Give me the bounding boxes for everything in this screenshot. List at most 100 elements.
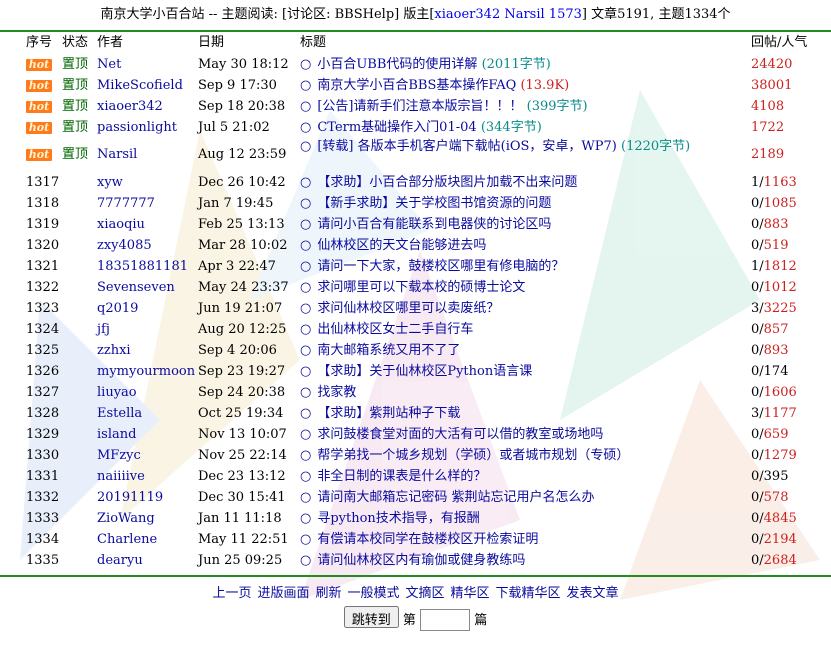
refresh-link[interactable]: 刷新 <box>315 586 341 601</box>
post-date: Sep 9 17:30 <box>198 78 277 93</box>
reply-views: 1/1163 <box>751 172 829 193</box>
author-link[interactable]: xiaoer342 <box>97 96 197 117</box>
post-date: Nov 25 22:14 <box>198 448 287 463</box>
prev-page-link[interactable]: 上一页 <box>212 586 251 601</box>
author-link[interactable]: naiiiive <box>97 466 197 487</box>
author-link[interactable]: zxy4085 <box>97 235 197 256</box>
post-date: Mar 28 10:02 <box>198 238 288 253</box>
topic-title-cell: ○ 南京大学小百合BBS基本操作FAQ (13.9K) <box>300 75 750 96</box>
topic-title-link[interactable]: 请问南大邮箱忘记密码 紫荆站忘记用户名怎么办 <box>317 490 594 505</box>
digest-link[interactable]: 文摘区 <box>406 586 445 601</box>
author-link[interactable]: MikeScofield <box>97 75 197 96</box>
author-link[interactable]: q2019 <box>97 298 197 319</box>
topic-title-cell: ○ 求问哪里可以下载本校的硕博士论文 <box>300 277 750 298</box>
circle-icon: ○ <box>300 532 312 547</box>
author-link[interactable]: 18351881181 <box>97 256 197 277</box>
author-link[interactable]: jfj <box>97 319 197 340</box>
topic-title-link[interactable]: CTerm基础操作入门01-04 <box>317 120 476 135</box>
author-link[interactable]: Net <box>97 54 197 75</box>
views-count: 2194 <box>763 532 797 547</box>
table-row: 1317 xyw Dec 26 10:42 ○ 【求助】小百合部分版块图片加载不出来问题… <box>0 172 831 193</box>
author-link[interactable]: Sevenseven <box>97 277 197 298</box>
topic-title-link[interactable]: 请问仙林校区内有瑜伽或健身教练吗 <box>317 553 525 568</box>
topic-title-link[interactable]: 请问小百合有能联系到电器侠的讨论区吗 <box>317 217 551 232</box>
author-link[interactable]: liuyao <box>97 382 197 403</box>
reply-count: 1/ <box>751 175 764 190</box>
table-row: 1319 xiaoqiu Feb 25 13:13 ○ 请问小百合有能联系到电器侠的讨论… <box>0 214 831 235</box>
post-date: Jan 11 11:18 <box>198 511 282 526</box>
download-essence-link[interactable]: 下载精华区 <box>496 586 561 601</box>
post-article-link[interactable]: 发表文章 <box>567 586 619 601</box>
author-link[interactable]: dearyu <box>97 550 197 571</box>
topic-title-link[interactable]: 小百合UBB代码的使用详解 <box>317 57 477 72</box>
row-number: 1322 <box>26 280 60 295</box>
topic-title-link[interactable]: 帮学弟找一个城乡规划（学硕）或者城市规划（专硕） <box>317 448 629 463</box>
essence-link[interactable]: 精华区 <box>451 586 490 601</box>
topic-title-link[interactable]: 找家教 <box>317 385 356 400</box>
topic-title-link[interactable]: [转载] 各版本手机客户端下载帖(iOS，安卓，WP7) <box>317 139 617 154</box>
reply-count: 0/ <box>751 385 764 400</box>
views-count: 1177 <box>763 406 797 421</box>
post-date: May 24 23:37 <box>198 280 289 295</box>
author-link[interactable]: Estella <box>97 403 197 424</box>
topic-title-cell: ○ 仙林校区的天文台能够进去吗 <box>300 235 750 256</box>
topic-title-cell: ○ 寻python技术指导，有报酬 <box>300 508 750 529</box>
moderator-links[interactable]: xiaoer342 Narsil 1573 <box>434 7 581 22</box>
col-header-status: 状态 <box>62 35 89 50</box>
table-row: 1329 island Nov 13 10:07 ○ 求问鼓楼食堂对面的大活有可以借的教… <box>0 424 831 445</box>
topic-title-link[interactable]: 出仙林校区女士二手自行车 <box>317 322 473 337</box>
reply-views: 0/395 <box>751 466 829 487</box>
jump-button[interactable]: 跳转到 <box>343 606 399 628</box>
author-link[interactable]: 20191119 <box>97 487 197 508</box>
author-link[interactable]: MFzyc <box>97 445 197 466</box>
hot-badge-label: hot <box>26 122 52 134</box>
views-count: 2189 <box>751 147 785 162</box>
reply-count: 0/ <box>751 280 764 295</box>
topic-title-link[interactable]: 求问仙林校区哪里可以卖废纸？ <box>317 301 499 316</box>
topic-title-link[interactable]: 南京大学小百合BBS基本操作FAQ <box>317 78 516 93</box>
post-date: May 30 18:12 <box>198 57 289 72</box>
topic-title-link[interactable]: 南大邮箱系统又用不了了 <box>317 343 460 358</box>
topic-title-link[interactable]: 【求助】紫荆站种子下载 <box>317 406 460 421</box>
topic-title-link[interactable]: 【求助】关于仙林校区Python语言课 <box>317 364 532 379</box>
author-link[interactable]: mymyourmoon <box>97 361 197 382</box>
reply-views: 0/2194 <box>751 529 829 550</box>
author-link[interactable]: Narsil <box>97 138 197 172</box>
board-home-link[interactable]: 进版画面 <box>257 586 309 601</box>
topic-title-cell: ○ 求问仙林校区哪里可以卖废纸？ <box>300 298 750 319</box>
topic-title-link[interactable]: 求问哪里可以下载本校的硕博士论文 <box>317 280 525 295</box>
author-link[interactable]: xyw <box>97 172 197 193</box>
author-link[interactable]: island <box>97 424 197 445</box>
author-link[interactable]: passionlight <box>97 117 197 138</box>
topic-title-cell: ○ 小百合UBB代码的使用详解 (2011字节) <box>300 54 750 75</box>
topic-title-link[interactable]: 非全日制的课表是什么样的？ <box>317 469 486 484</box>
circle-icon: ○ <box>300 238 312 253</box>
topic-title-link[interactable]: 求问鼓楼食堂对面的大活有可以借的教室或场地吗 <box>317 427 603 442</box>
author-link[interactable]: Charlene <box>97 529 197 550</box>
table-row: 1332 20191119 Dec 30 15:41 ○ 请问南大邮箱忘记密码 紫荆站忘… <box>0 487 831 508</box>
author-link[interactable]: xiaoqiu <box>97 214 197 235</box>
views-count: 395 <box>763 469 789 484</box>
row-number: 1317 <box>26 175 60 190</box>
circle-icon: ○ <box>300 78 312 93</box>
topic-title-link[interactable]: 仙林校区的天文台能够进去吗 <box>317 238 486 253</box>
reply-views: 0/1085 <box>751 193 829 214</box>
normal-mode-link[interactable]: 一般模式 <box>347 586 399 601</box>
jump-page-input[interactable] <box>420 608 471 631</box>
topic-title-link[interactable]: [公告]请新手们注意本版宗旨！！！ <box>317 99 522 114</box>
author-link[interactable]: zzhxi <box>97 340 197 361</box>
topic-title-link[interactable]: 【新手求助】关于学校图书馆资源的问题 <box>317 196 551 211</box>
jump-prefix: 第 <box>402 613 416 628</box>
topic-title-link[interactable]: 有偿请本校同学在鼓楼校区开检索证明 <box>317 532 538 547</box>
topic-title-link[interactable]: 寻python技术指导，有报酬 <box>317 511 479 526</box>
topic-title-cell: ○ 请问一下大家，鼓楼校区哪里有修电脑的？ <box>300 256 750 277</box>
topic-title-link[interactable]: 请问一下大家，鼓楼校区哪里有修电脑的？ <box>317 259 564 274</box>
reply-views: 0/857 <box>751 319 829 340</box>
circle-icon: ○ <box>300 196 312 211</box>
topic-title-link[interactable]: 【求助】小百合部分版块图片加载不出来问题 <box>317 175 577 190</box>
row-number: 1326 <box>26 364 60 379</box>
author-link[interactable]: 7777777 <box>97 193 197 214</box>
row-number: 1320 <box>26 238 60 253</box>
author-link[interactable]: ZioWang <box>97 508 197 529</box>
post-date: Jul 5 21:02 <box>198 120 270 135</box>
